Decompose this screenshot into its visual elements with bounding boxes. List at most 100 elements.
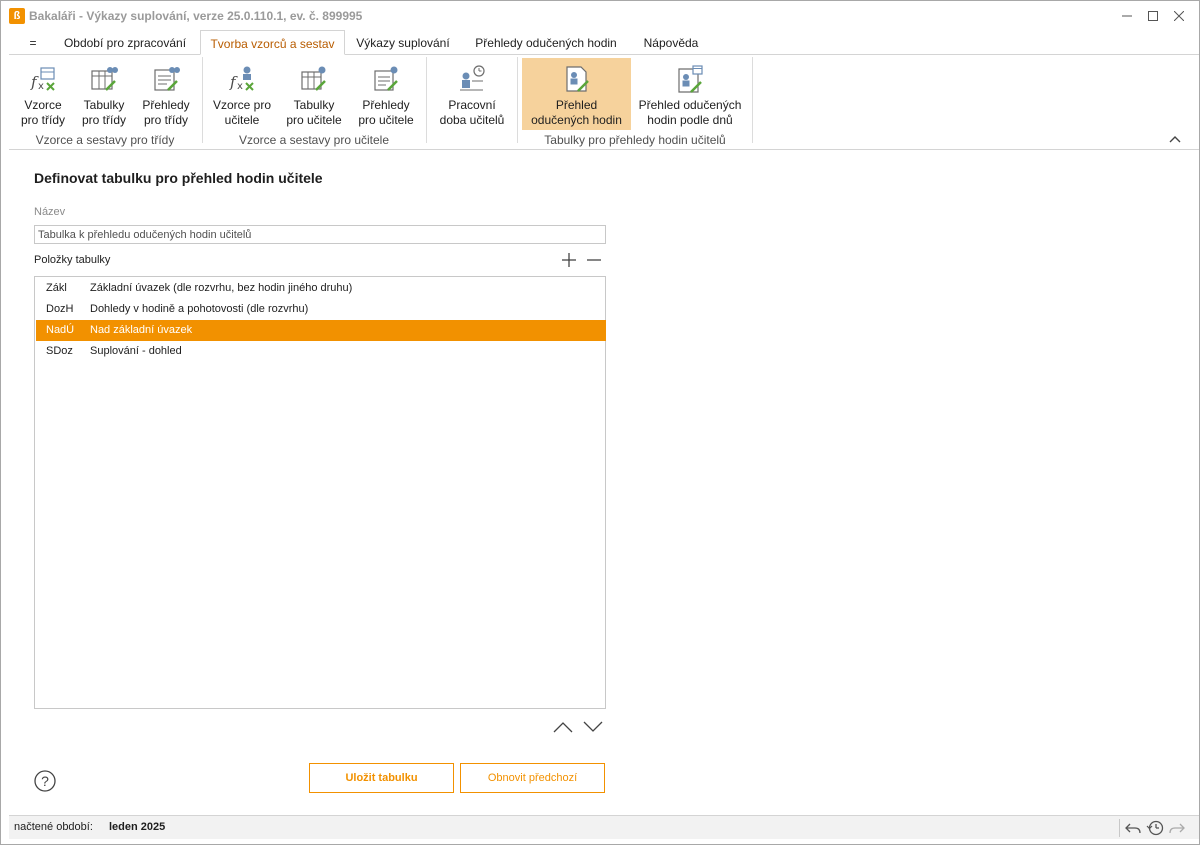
tab-substitution-reports[interactable]: Výkazy suplování: [349, 30, 457, 55]
table-teacher-icon: [301, 66, 326, 91]
period-label: načtené období:: [14, 821, 93, 833]
ribbon-button-label: pro třídy: [20, 113, 65, 127]
ribbon-button-label: pro třídy: [143, 113, 188, 127]
list-item[interactable]: DozH Dohledy v hodině a pohotovosti (dle…: [36, 299, 606, 320]
tab-menu[interactable]: =: [23, 30, 43, 55]
chevron-up-icon: [1169, 136, 1181, 143]
title-bar: ß Bakaláři - Výkazy suplování, verze 25.…: [1, 1, 1199, 31]
close-button[interactable]: [1162, 1, 1196, 31]
ribbon-formulas-classes-button[interactable]: f x Vzorce pro třídy: [15, 58, 71, 130]
tab-taught-hours[interactable]: Přehledy odučených hodin: [467, 30, 625, 55]
ribbon-reports-classes-button[interactable]: Přehledy pro třídy: [137, 58, 195, 130]
list-item[interactable]: SDoz Suplování - dohled: [36, 341, 606, 362]
ribbon-tabs: = Období pro zpracování Tvorba vzorců a …: [9, 30, 1199, 55]
redo-icon[interactable]: [1168, 819, 1186, 837]
tab-formulas-reports[interactable]: Tvorba vzorců a sestav: [200, 30, 345, 55]
app-logo-icon: ß: [9, 8, 25, 24]
ribbon-taught-hours-button[interactable]: Přehled odučených hodin: [522, 58, 631, 130]
ribbon-button-label: Přehledy: [142, 98, 190, 112]
chevron-down-icon: [583, 721, 603, 732]
ribbon-button-label: odučených hodin: [531, 113, 622, 127]
ribbon-group-separator: [517, 57, 518, 143]
ribbon-button-label: pro učitele: [286, 113, 342, 127]
item-description: Základní úvazek (dle rozvrhu, bez hodin …: [90, 282, 353, 294]
item-code: DozH: [46, 303, 74, 315]
item-code: SDoz: [46, 345, 73, 357]
items-list[interactable]: Zákl Základní úvazek (dle rozvrhu, bez h…: [34, 276, 606, 709]
taught-hours-icon: [565, 66, 589, 92]
ribbon: f x Vzorce pro třídy Tabulky pro třídy P…: [9, 55, 1199, 150]
ribbon-working-time-button[interactable]: Pracovní doba učitelů: [433, 58, 511, 130]
ribbon-tables-classes-button[interactable]: Tabulky pro třídy: [75, 58, 133, 130]
maximize-icon: [1148, 11, 1158, 21]
status-separator: [1119, 819, 1120, 837]
move-down-button[interactable]: [582, 718, 604, 736]
name-input[interactable]: [34, 225, 606, 244]
help-icon: ?: [34, 770, 56, 792]
item-description: Suplování - dohled: [90, 345, 182, 357]
formula-teacher-icon: f x: [229, 66, 254, 92]
ribbon-button-label: pro učitele: [358, 113, 414, 127]
ribbon-formulas-teachers-button[interactable]: f x Vzorce pro učitele: [209, 58, 275, 130]
svg-text:x: x: [38, 81, 44, 92]
ribbon-button-label: Vzorce: [24, 98, 62, 112]
ribbon-group-label: Vzorce a sestavy pro učitele: [238, 133, 390, 147]
ribbon-button-label: Pracovní: [448, 98, 496, 112]
ribbon-group-separator: [752, 57, 753, 143]
ribbon-button-label: hodin podle dnů: [647, 113, 733, 127]
report-teacher-icon: [374, 66, 398, 91]
name-label: Název: [34, 206, 66, 218]
ribbon-button-label: učitele: [224, 113, 260, 127]
item-description: Nad základní úvazek: [90, 324, 193, 336]
item-code: NadÚ: [46, 324, 75, 336]
item-code: Zákl: [46, 282, 67, 294]
working-time-icon: [460, 65, 485, 91]
ribbon-button-label: Přehled: [555, 98, 598, 112]
taught-hours-days-icon: [678, 65, 703, 93]
remove-item-button[interactable]: [585, 251, 603, 269]
ribbon-group-separator: [426, 57, 427, 143]
ribbon-collapse-button[interactable]: [1169, 133, 1183, 147]
tab-period[interactable]: Období pro zpracování: [55, 30, 195, 55]
report-class-icon: [154, 67, 180, 91]
history-icon[interactable]: [1146, 819, 1164, 837]
svg-text:x: x: [237, 81, 243, 92]
ribbon-taught-hours-days-button[interactable]: Přehled odučených hodin podle dnů: [635, 58, 745, 130]
table-class-icon: [91, 67, 118, 91]
item-description: Dohledy v hodině a pohotovosti (dle rozv…: [90, 303, 309, 315]
plus-icon: [562, 253, 576, 267]
ribbon-button-label: Tabulky: [83, 98, 125, 112]
ribbon-button-label: Přehled odučených: [638, 98, 742, 112]
ribbon-reports-teachers-button[interactable]: Přehledy pro učitele: [353, 58, 419, 130]
minus-icon: [587, 259, 601, 261]
status-bar: načtené období: leden 2025: [9, 815, 1199, 839]
items-label: Položky tabulky: [34, 254, 111, 266]
tab-help[interactable]: Nápověda: [635, 30, 707, 55]
undo-icon[interactable]: [1124, 819, 1142, 837]
formula-class-icon: f x: [30, 67, 55, 92]
ribbon-group-label: Vzorce a sestavy pro třídy: [35, 133, 175, 147]
list-item[interactable]: Zákl Základní úvazek (dle rozvrhu, bez h…: [36, 278, 606, 299]
move-up-button[interactable]: [552, 718, 574, 736]
ribbon-button-label: pro třídy: [81, 113, 126, 127]
list-item-selected[interactable]: NadÚ Nad základní úvazek: [36, 320, 606, 341]
page-title: Definovat tabulku pro přehled hodin učit…: [34, 170, 323, 186]
chevron-up-icon: [553, 722, 573, 733]
window-title: Bakaláři - Výkazy suplování, verze 25.0.…: [29, 9, 363, 23]
period-value: leden 2025: [109, 821, 166, 833]
ribbon-group-separator: [202, 57, 203, 143]
save-table-button[interactable]: Uložit tabulku: [309, 763, 454, 793]
ribbon-button-label: doba učitelů: [439, 113, 505, 127]
ribbon-tables-teachers-button[interactable]: Tabulky pro učitele: [283, 58, 345, 130]
ribbon-button-label: Přehledy: [362, 98, 410, 112]
close-icon: [1174, 11, 1184, 21]
svg-text:?: ?: [41, 773, 49, 789]
app-window: ß Bakaláři - Výkazy suplování, verze 25.…: [0, 0, 1200, 845]
restore-previous-button[interactable]: Obnovit předchozí: [460, 763, 605, 793]
ribbon-button-label: Vzorce pro: [212, 98, 272, 112]
add-item-button[interactable]: [560, 251, 578, 269]
ribbon-button-label: Tabulky: [293, 98, 335, 112]
ribbon-group-label: Tabulky pro přehledy hodin učitelů: [544, 133, 726, 147]
minimize-icon: [1122, 15, 1132, 17]
help-button[interactable]: ?: [34, 770, 56, 792]
